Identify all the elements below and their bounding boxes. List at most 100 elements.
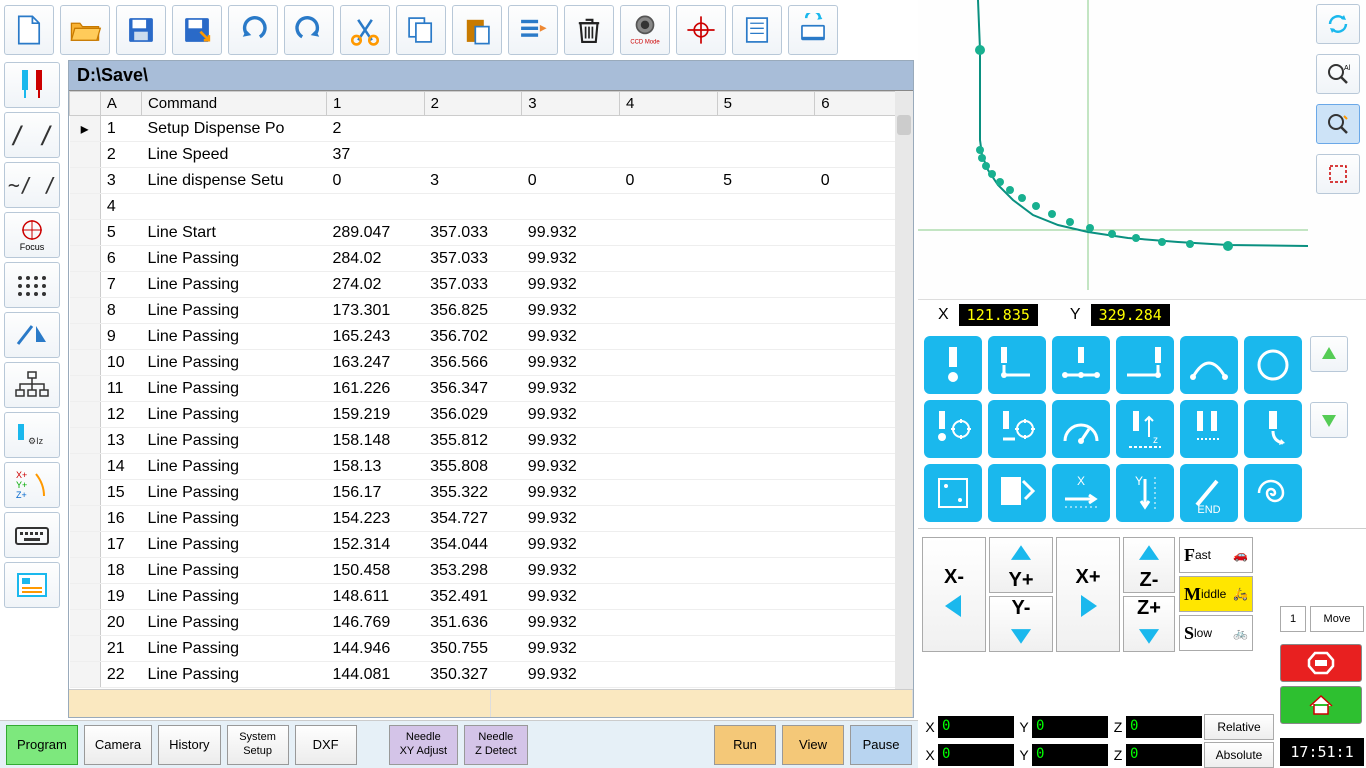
home-button[interactable] <box>1280 686 1362 724</box>
grid-cell[interactable]: 289.047 <box>326 220 424 246</box>
grid-cell[interactable]: 2 <box>100 142 141 168</box>
table-row[interactable]: 5Line Start289.047357.03399.932 <box>70 220 913 246</box>
grid-cell[interactable]: 22 <box>100 662 141 688</box>
grid-header[interactable] <box>70 92 101 116</box>
grid-cell[interactable] <box>717 584 815 610</box>
line-speed-button[interactable] <box>1052 400 1110 458</box>
grid-cell[interactable]: 350.327 <box>424 662 522 688</box>
table-row[interactable]: 22Line Passing144.081350.32799.932 <box>70 662 913 688</box>
grid-cell[interactable] <box>619 298 717 324</box>
grid-cell[interactable]: 5 <box>100 220 141 246</box>
grid-cell[interactable]: 99.932 <box>522 636 620 662</box>
grid-cell[interactable]: 15 <box>100 480 141 506</box>
grid-cell[interactable]: 351.636 <box>424 610 522 636</box>
table-row[interactable]: 3Line dispense Setu030050 <box>70 168 913 194</box>
needle-tool-button[interactable] <box>4 62 60 108</box>
dispense-end-button[interactable] <box>1180 400 1238 458</box>
grid-cell[interactable]: 274.02 <box>326 272 424 298</box>
step-y-button[interactable]: Y <box>1116 464 1174 522</box>
grid-cell[interactable]: 357.033 <box>424 220 522 246</box>
grid-cell[interactable] <box>619 480 717 506</box>
array-tool-button[interactable] <box>4 262 60 308</box>
grid-cell[interactable]: 355.812 <box>424 428 522 454</box>
zoom-select-button[interactable] <box>1316 104 1360 144</box>
save-button[interactable] <box>116 5 166 55</box>
grid-cell[interactable] <box>717 116 815 142</box>
grid-cell[interactable] <box>717 324 815 350</box>
redo-button[interactable] <box>284 5 334 55</box>
grid-cell[interactable]: 158.148 <box>326 428 424 454</box>
grid-cell[interactable]: Line Passing <box>141 324 326 350</box>
spiral-button[interactable] <box>1244 464 1302 522</box>
grid-cell[interactable]: Line Passing <box>141 636 326 662</box>
select-area-button[interactable] <box>924 464 982 522</box>
grid-cell[interactable]: 165.243 <box>326 324 424 350</box>
grid-cell[interactable]: Line Passing <box>141 376 326 402</box>
grid-cell[interactable] <box>717 376 815 402</box>
grid-header[interactable]: Command <box>141 92 326 116</box>
speed-middle-button[interactable]: Middle🛵 <box>1179 576 1253 612</box>
grid-cell[interactable]: 99.932 <box>522 506 620 532</box>
grid-cell[interactable]: Line Passing <box>141 610 326 636</box>
grid-cell[interactable]: 357.033 <box>424 246 522 272</box>
needle-xy-adjust-button[interactable]: NeedleXY Adjust <box>389 725 459 765</box>
line-passing-button[interactable] <box>1052 336 1110 394</box>
insert-row-button[interactable] <box>508 5 558 55</box>
grid-cell[interactable]: 99.932 <box>522 376 620 402</box>
program-tab-button[interactable]: Program <box>6 725 78 765</box>
grid-cell[interactable] <box>619 558 717 584</box>
grid-cell[interactable]: 99.932 <box>522 246 620 272</box>
grid-cell[interactable]: 99.932 <box>522 610 620 636</box>
end-program-button[interactable]: END <box>1180 464 1238 522</box>
dxf-button[interactable]: DXF <box>295 725 357 765</box>
program-list-button[interactable] <box>4 562 60 608</box>
grid-cell[interactable]: 17 <box>100 532 141 558</box>
absolute-mode-button[interactable]: Absolute <box>1204 742 1274 768</box>
scrollbar[interactable] <box>895 91 913 689</box>
stop-button[interactable] <box>1280 644 1362 682</box>
grid-cell[interactable]: 9 <box>100 324 141 350</box>
circle-button[interactable] <box>1244 336 1302 394</box>
grid-cell[interactable]: 173.301 <box>326 298 424 324</box>
grid-cell[interactable] <box>424 194 522 220</box>
grid-cell[interactable]: 354.727 <box>424 506 522 532</box>
grid-cell[interactable]: 356.347 <box>424 376 522 402</box>
grid-cell[interactable] <box>619 142 717 168</box>
dispense-point-button[interactable] <box>924 336 982 394</box>
grid-header[interactable]: 5 <box>717 92 815 116</box>
grid-cell[interactable] <box>717 402 815 428</box>
grid-cell[interactable]: 21 <box>100 636 141 662</box>
grid-cell[interactable] <box>717 662 815 688</box>
grid-cell[interactable]: Line Passing <box>141 350 326 376</box>
grid-cell[interactable]: 154.223 <box>326 506 424 532</box>
grid-cell[interactable]: 99.932 <box>522 220 620 246</box>
grid-cell[interactable] <box>619 662 717 688</box>
grid-cell[interactable] <box>619 220 717 246</box>
grid-cell[interactable]: 5 <box>717 168 815 194</box>
grid-cell[interactable] <box>424 116 522 142</box>
grid-cell[interactable]: Setup Dispense Po <box>141 116 326 142</box>
line-end-button[interactable] <box>1116 336 1174 394</box>
focus-button[interactable]: Focus <box>4 212 60 258</box>
grid-cell[interactable]: 3 <box>100 168 141 194</box>
ccd-mode-button[interactable]: CCD Mode <box>620 5 670 55</box>
table-row[interactable]: 17Line Passing152.314354.04499.932 <box>70 532 913 558</box>
table-row[interactable]: 11Line Passing161.226356.34799.932 <box>70 376 913 402</box>
grid-header[interactable]: 1 <box>326 92 424 116</box>
table-row[interactable]: 8Line Passing173.301356.82599.932 <box>70 298 913 324</box>
grid-cell[interactable]: 99.932 <box>522 558 620 584</box>
grid-cell[interactable]: 0 <box>619 168 717 194</box>
jog-z-minus-button[interactable]: Z- <box>1123 537 1175 593</box>
line-setup-button[interactable] <box>988 400 1046 458</box>
grid-cell[interactable]: 353.298 <box>424 558 522 584</box>
grid-cell[interactable]: 357.033 <box>424 272 522 298</box>
grid-cell[interactable]: Line Passing <box>141 532 326 558</box>
grid-cell[interactable]: 13 <box>100 428 141 454</box>
grid-cell[interactable]: 356.702 <box>424 324 522 350</box>
grid-cell[interactable] <box>619 194 717 220</box>
grid-cell[interactable]: Line Passing <box>141 428 326 454</box>
grid-cell[interactable]: 152.314 <box>326 532 424 558</box>
grid-header[interactable]: 3 <box>522 92 620 116</box>
grid-cell[interactable]: 99.932 <box>522 584 620 610</box>
table-row[interactable]: 4 <box>70 194 913 220</box>
